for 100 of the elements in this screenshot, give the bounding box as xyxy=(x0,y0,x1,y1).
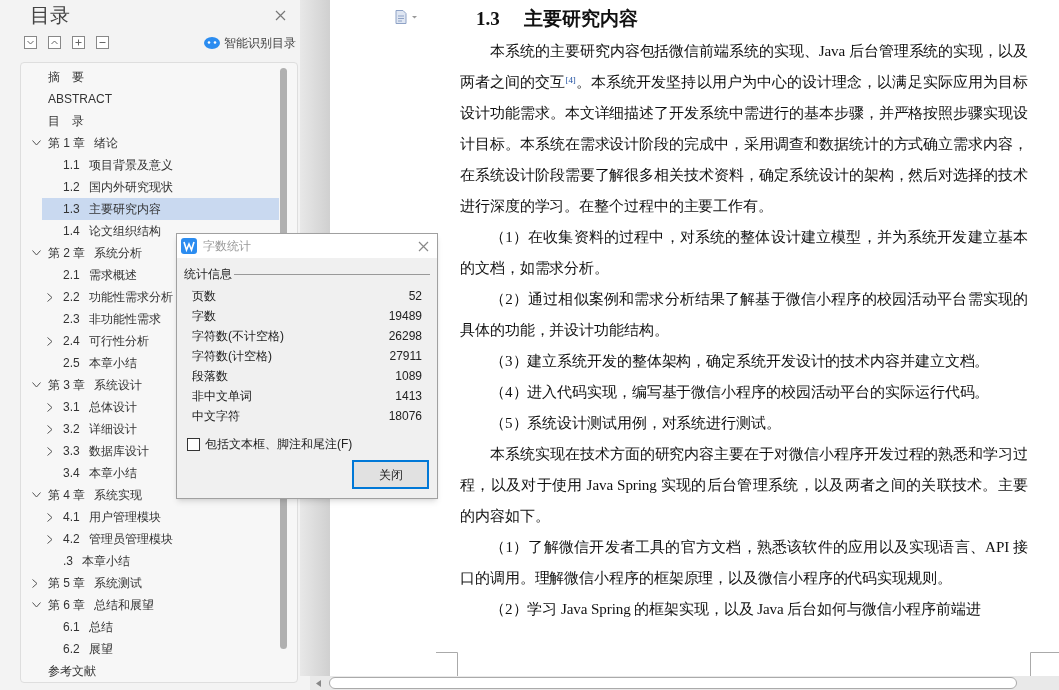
scrollbar-thumb[interactable] xyxy=(329,677,1017,689)
chevron-right-icon[interactable] xyxy=(32,578,38,588)
stat-value: 18076 xyxy=(388,408,422,425)
outline-item[interactable]: 4.2 管理员管理模块 xyxy=(42,528,279,550)
chevron-right-icon[interactable] xyxy=(47,402,53,412)
item-number: 2.1 xyxy=(63,267,80,284)
item-title: 可行性分析 xyxy=(88,333,149,350)
chevron-down-icon[interactable] xyxy=(32,602,41,608)
outline-item[interactable]: 6.1 总结 xyxy=(42,616,279,638)
outline-item[interactable]: 1.3 主要研究内容 xyxy=(42,198,279,220)
stat-label: 字符数(不计空格) xyxy=(192,328,284,345)
outline-item[interactable]: 第 6 章 总结和展望 xyxy=(27,594,279,616)
stat-label: 页数 xyxy=(192,288,216,305)
chevron-right-icon[interactable] xyxy=(47,534,53,544)
outline-item[interactable]: .3 本章小结 xyxy=(42,550,279,572)
item-number: 3.2 xyxy=(63,421,80,438)
item-title: 非功能性需求 xyxy=(88,311,161,328)
app-logo-icon xyxy=(181,238,197,254)
chevron-right-icon[interactable] xyxy=(47,336,53,346)
item-title: 用户管理模块 xyxy=(88,509,161,526)
stat-label: 字符数(计空格) xyxy=(192,348,272,365)
stat-value: 52 xyxy=(408,288,422,305)
close-icon[interactable] xyxy=(418,240,429,252)
panel-title: 目录 xyxy=(30,5,70,25)
close-button[interactable]: 关闭 xyxy=(352,460,429,489)
chevron-down-icon[interactable] xyxy=(32,492,41,498)
item-title: 管理员管理模块 xyxy=(88,531,173,548)
outline-item[interactable]: 参考文献 xyxy=(27,660,279,682)
paragraph: （2）学习 Java Spring 的框架实现，以及 Java 后台如何与微信小程序前端进 xyxy=(489,600,982,619)
item-number: 3.3 xyxy=(63,443,80,460)
item-number: 6.2 xyxy=(63,641,80,658)
item-number: 2.2 xyxy=(63,289,80,306)
minus-icon[interactable] xyxy=(96,36,109,49)
outline-item[interactable]: 第 1 章 绪论 xyxy=(27,132,279,154)
paragraph: （5）系统设计测试用例，对系统进行测试。 xyxy=(489,414,782,433)
item-title: 本章小结 xyxy=(82,553,130,570)
item-number: 第 3 章 xyxy=(48,377,86,394)
item-title: 绪论 xyxy=(94,135,119,152)
outline-item[interactable]: 6.2 展望 xyxy=(42,638,279,660)
stat-label: 非中文单词 xyxy=(192,388,252,405)
item-number: 6.1 xyxy=(63,619,80,636)
item-title: 系统实现 xyxy=(94,487,143,504)
outline-item[interactable]: 摘 要 xyxy=(27,66,279,88)
chevron-right-icon[interactable] xyxy=(47,424,53,434)
chevron-down-icon[interactable] xyxy=(32,382,41,388)
item-title: 项目背景及意义 xyxy=(88,157,173,174)
outline-item[interactable]: 1.2 国内外研究现状 xyxy=(42,176,279,198)
item-title: 展望 xyxy=(88,641,113,658)
item-title: 详细设计 xyxy=(88,421,137,438)
item-title: 总结 xyxy=(88,619,113,636)
item-number: 3.4 xyxy=(63,465,80,482)
outline-item[interactable]: 4.1 用户管理模块 xyxy=(42,506,279,528)
close-icon[interactable] xyxy=(275,9,286,21)
outline-item[interactable]: 第 4 章 系统实现 xyxy=(27,484,279,506)
group-label: 统计信息 xyxy=(184,266,232,283)
item-title: 系统分析 xyxy=(94,245,143,262)
item-number: 4.1 xyxy=(63,509,80,526)
paragraph: （4）进入代码实现，编写基于微信小程序的校园活动平台的实际运行代码。 xyxy=(489,383,991,402)
page-corner-mark xyxy=(1030,652,1059,676)
outline-item[interactable]: 1.1 项目背景及意义 xyxy=(42,154,279,176)
stat-label: 段落数 xyxy=(192,368,228,385)
checkbox[interactable] xyxy=(187,437,200,451)
smart-toc-button[interactable]: 智能识别目录 xyxy=(204,33,296,52)
item-title: 数据库设计 xyxy=(88,443,149,460)
collapse-all-icon[interactable] xyxy=(24,36,37,49)
horizontal-scrollbar[interactable] xyxy=(310,676,1059,690)
item-title: ABSTRACT xyxy=(48,91,112,108)
item-title: 总体设计 xyxy=(88,399,137,416)
scroll-left-icon[interactable] xyxy=(316,679,321,687)
outline-item[interactable]: 目 录 xyxy=(27,110,279,132)
item-number: 2.3 xyxy=(63,311,80,328)
item-title: 主要研究内容 xyxy=(88,201,161,218)
item-title: 本章小结 xyxy=(88,355,137,372)
chevron-down-icon[interactable] xyxy=(32,140,41,146)
item-title: 系统测试 xyxy=(94,575,143,592)
checkbox-label[interactable]: 包括文本框、脚注和尾注(F) xyxy=(205,435,353,453)
stat-label: 字数 xyxy=(192,308,216,325)
chevron-right-icon[interactable] xyxy=(47,292,53,302)
paragraph: （3）建立系统开发的整体架构，确定系统开发设计的技术内容并建立文档。 xyxy=(489,352,991,371)
heading-number: 1.3 xyxy=(476,7,500,31)
outline-item[interactable]: 第 5 章 系统测试 xyxy=(27,572,279,594)
paragraph: 本系统实现在技术方面的研究内容主要在于对微信小程序开发过程的熟悉和学习过程，以及对于使用 Java Spring 实现的后台管理系统，以及两者之间的关联技术。主要的内容如下。 xyxy=(460,445,1028,526)
stat-value: 1089 xyxy=(395,368,422,385)
chevron-right-icon[interactable] xyxy=(47,446,53,456)
chevron-right-icon[interactable] xyxy=(47,512,53,522)
item-title: 论文组织结构 xyxy=(88,223,161,240)
robot-icon xyxy=(204,36,220,49)
chevron-down-icon[interactable] xyxy=(32,250,41,256)
outline-item[interactable]: ABSTRACT xyxy=(27,88,279,110)
expand-all-icon[interactable] xyxy=(48,36,61,49)
paragraph: （1）了解微信开发者工具的官方文档，熟悉该软件的应用以及实现语言、API 接口的调用。理解微信小程序的框架原理，以及微信小程序的代码实现规则。 xyxy=(460,538,1028,588)
item-title: 摘 要 xyxy=(48,69,84,86)
document-icon[interactable] xyxy=(395,10,419,24)
stat-value: 26298 xyxy=(388,328,422,345)
paragraph: （2）通过相似案例和需求分析结果了解基于微信小程序的校园活动平台需实现的具体的功能，并设计功能结构。 xyxy=(460,290,1028,340)
dialog-title: 字数统计 xyxy=(203,238,251,255)
item-title: 目 录 xyxy=(48,113,84,130)
item-title: 国内外研究现状 xyxy=(88,179,173,196)
plus-icon[interactable] xyxy=(72,36,85,49)
item-number: 第 6 章 xyxy=(48,597,86,614)
